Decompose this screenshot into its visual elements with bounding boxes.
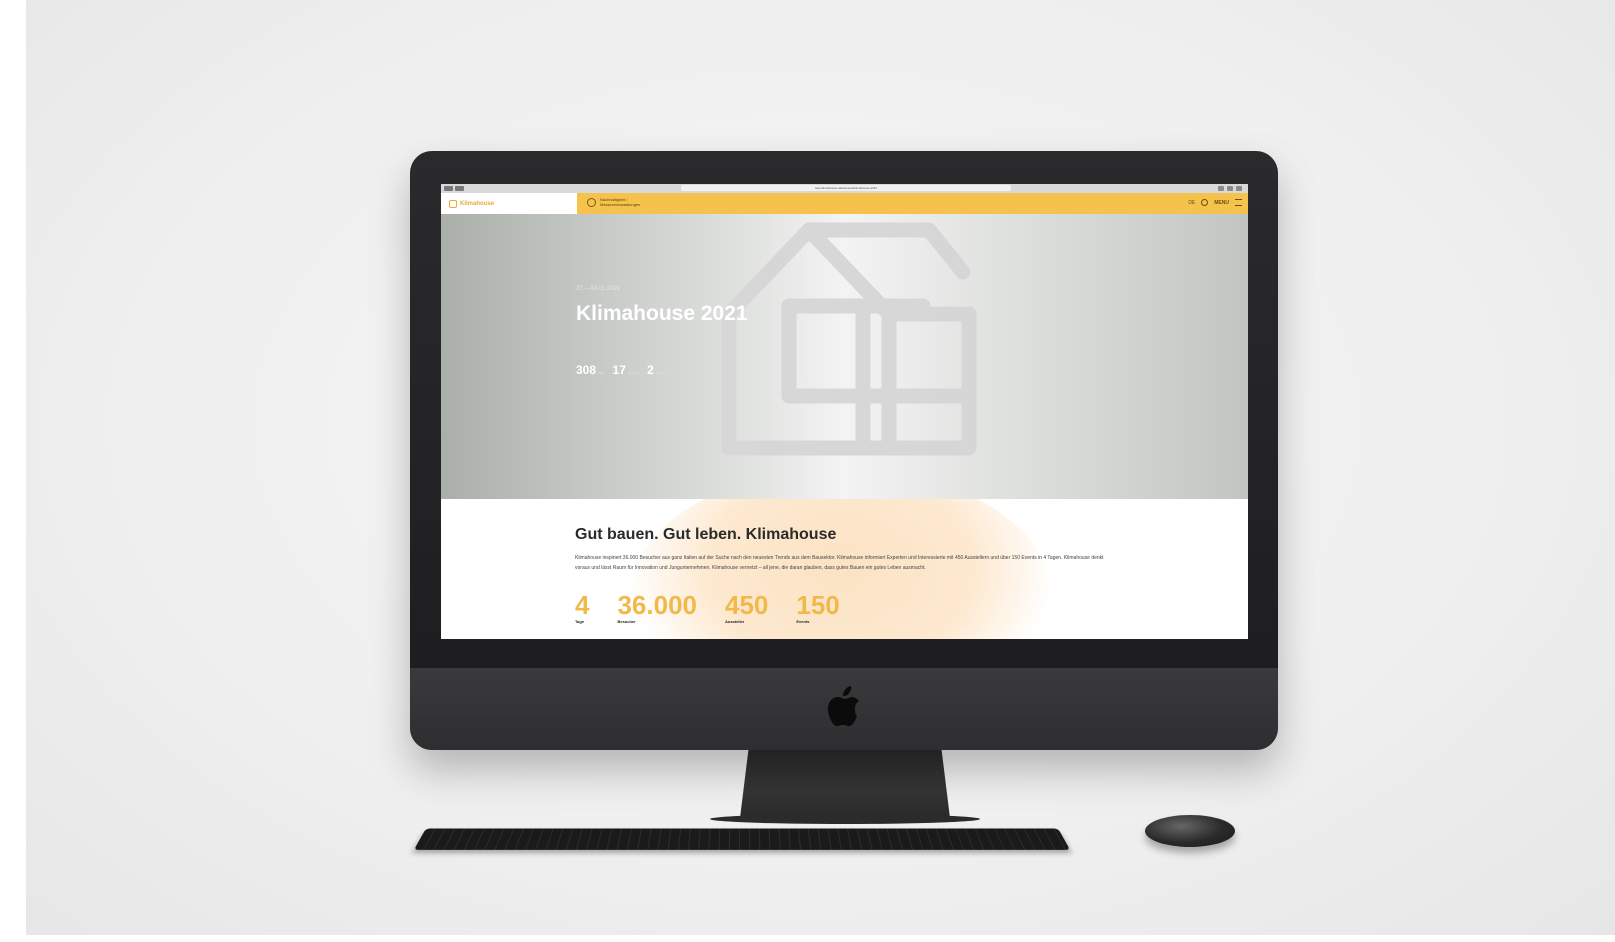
menu-label[interactable]: MENU (1214, 200, 1229, 206)
browser-actions[interactable] (1218, 186, 1242, 191)
event-title: Klimahouse 2021 (576, 302, 748, 325)
bottom-border (0, 935, 1615, 942)
countdown-hours: 17 Stunden (612, 363, 640, 377)
monitor-stand (740, 750, 950, 818)
mouse (1145, 815, 1235, 847)
clock-icon (587, 197, 596, 207)
event-dates: 27.—30.01.2021 (576, 286, 621, 292)
header-actions: DE MENU (1188, 199, 1242, 206)
countdown-minutes: 2 Minuten (647, 363, 667, 377)
header-badge[interactable]: Nachhaltigkeit / Messeveranstaltungen (587, 197, 660, 207)
search-icon[interactable] (1201, 199, 1209, 206)
stat-visitors: 36.000 Besucher (617, 590, 697, 624)
logo-area[interactable]: Klimahouse (441, 193, 577, 214)
monitor-chin (410, 668, 1278, 750)
countdown: 308 Tage 17 Stunden 2 Minuten (576, 361, 666, 379)
browser-toolbar: www.klimahouse.it/de/events/klimahouse-2… (441, 184, 1248, 193)
intro-title: Gut bauen. Gut leben. Klimahouse (575, 526, 837, 543)
intro-text: Klimahouse inspiriert 36.000 Besucher au… (575, 555, 1104, 571)
monitor-stand-base (710, 814, 980, 824)
language-switcher[interactable]: DE (1188, 200, 1195, 206)
stats-row: 4 Tage 36.000 Besucher 450 Aussteller 15… (575, 591, 840, 624)
intro-section: Gut bauen. Gut leben. Klimahouse Klimaho… (441, 499, 1248, 639)
stat-events: 150 Events (796, 590, 840, 624)
hero-banner: 27.—30.01.2021 Klimahouse 2021 308 Tage 1… (441, 214, 1248, 499)
stat-days: 4 Tage (575, 590, 590, 624)
mockup-background: www.klimahouse.it/de/events/klimahouse-2… (0, 0, 1615, 942)
house-outline-icon (721, 222, 977, 456)
left-border (0, 0, 26, 942)
site-header: Klimahouse Nachhaltigkeit / Messeveranst… (441, 193, 1248, 214)
website-screen: www.klimahouse.it/de/events/klimahouse-2… (441, 184, 1248, 639)
stat-exhibitors: 450 Aussteller (725, 590, 769, 624)
apple-logo-icon (828, 686, 859, 726)
countdown-days: 308 Tage (576, 363, 605, 377)
logo-text: Klimahouse (460, 200, 495, 207)
window-controls[interactable] (444, 186, 464, 191)
address-bar[interactable]: www.klimahouse.it/de/events/klimahouse-2… (681, 185, 1011, 191)
klimahouse-logo-icon (449, 199, 457, 208)
hamburger-menu-icon[interactable] (1235, 199, 1242, 206)
keyboard (413, 828, 1071, 850)
header-badge-text: Nachhaltigkeit / Messeveranstaltungen (600, 197, 641, 207)
